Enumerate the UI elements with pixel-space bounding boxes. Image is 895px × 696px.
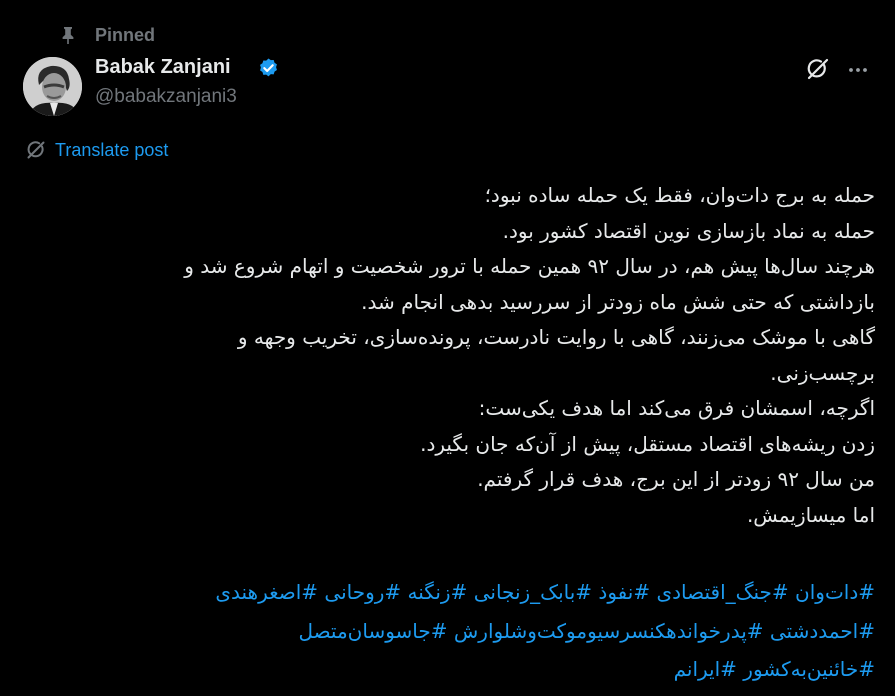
hashtag-link[interactable]: #پدرخواندهکنسرسیوموکت‌وشلوارش bbox=[454, 619, 764, 643]
hashtag-link[interactable]: #نفوذ bbox=[598, 580, 650, 604]
hashtag-line: #خائنین‌به‌کشور #ایرانم bbox=[30, 650, 875, 689]
post-line: اگرچه، اسمشان فرق می‌کند اما هدف یکی‌ست: bbox=[478, 396, 875, 420]
translate-post-button[interactable]: Translate post bbox=[25, 139, 168, 161]
post-line: هرچند سال‌ها پیش هم، در سال ۹۲ همین حمله… bbox=[184, 254, 875, 278]
translate-icon bbox=[27, 141, 45, 159]
grok-icon[interactable] bbox=[805, 56, 831, 82]
hashtag-link[interactable]: #ایرانم bbox=[674, 657, 737, 681]
hashtag-line: #دات‌وان #جنگ_اقتصادی #نفوذ #بابک_زنجانی… bbox=[30, 573, 875, 612]
hashtag-link[interactable]: #جاسوسان‌متصل bbox=[298, 619, 447, 643]
post-line: برچسب‌زنی. bbox=[770, 360, 875, 385]
author-handle[interactable]: @babakzanjani3 bbox=[95, 86, 237, 108]
post-line: حمله به نماد بازسازی نوین اقتصاد کشور بو… bbox=[502, 218, 875, 243]
author-name[interactable]: Babak Zanjani bbox=[95, 56, 231, 79]
post-line: گاهی با موشک می‌زنند، گاهی با روایت نادر… bbox=[237, 325, 875, 349]
post-line: زدن ریشه‌های اقتصاد مستقل، پیش از آن‌که … bbox=[420, 431, 875, 456]
more-options-icon[interactable] bbox=[846, 58, 870, 82]
hashtag-link[interactable]: #احمددشتی bbox=[770, 619, 875, 643]
hashtag-link[interactable]: #دات‌وان bbox=[795, 580, 875, 604]
avatar-image bbox=[23, 57, 82, 116]
hashtag-link[interactable]: #زنگنه bbox=[408, 580, 468, 604]
hashtag-line: #احمددشتی #پدرخواندهکنسرسیوموکت‌وشلوارش … bbox=[30, 612, 875, 651]
hashtag-link[interactable]: #اصغرهندی bbox=[215, 580, 318, 604]
pinned-label: Pinned bbox=[95, 25, 156, 45]
translate-post-label: Translate post bbox=[55, 139, 169, 160]
post-line: من سال ۹۲ زودتر از این برج، هدف قرار گرف… bbox=[477, 467, 875, 491]
verified-badge-icon bbox=[260, 58, 277, 77]
post-line: بازداشتی که حتی شش ماه زودتر از سررسید ب… bbox=[361, 289, 875, 314]
hashtag-link[interactable]: #روحانی bbox=[324, 580, 401, 604]
hashtag-link[interactable]: #جنگ_اقتصادی bbox=[656, 580, 788, 604]
post-line: اما میسازیمش. bbox=[746, 502, 875, 527]
pin-icon bbox=[62, 27, 74, 44]
post-text: حمله به برج دات‌وان، فقط یک حمله ساده نب… bbox=[30, 178, 875, 533]
hashtag-link[interactable]: #خائنین‌به‌کشور bbox=[743, 657, 875, 681]
post-line: حمله به برج دات‌وان، فقط یک حمله ساده نب… bbox=[484, 183, 875, 207]
post-hashtags: #دات‌وان #جنگ_اقتصادی #نفوذ #بابک_زنجانی… bbox=[30, 573, 875, 689]
avatar[interactable] bbox=[23, 57, 82, 116]
hashtag-link[interactable]: #بابک_زنجانی bbox=[474, 580, 592, 604]
